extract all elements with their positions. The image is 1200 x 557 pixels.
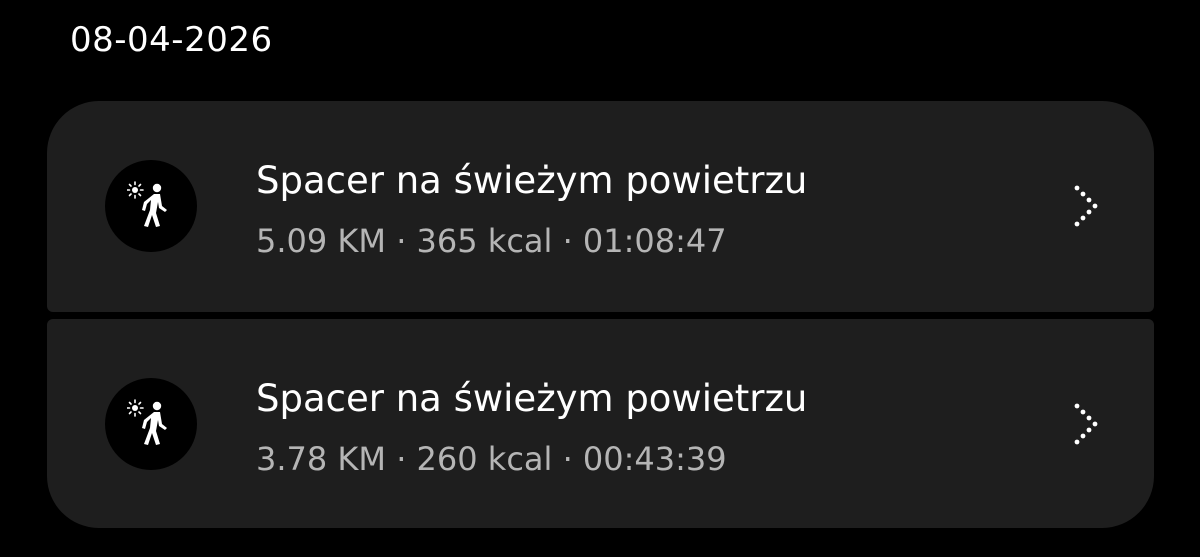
activity-card[interactable]: Spacer na świeżym powietrzu 3.78 KM · 26… xyxy=(47,319,1154,528)
activity-title: Spacer na świeżym powietrzu xyxy=(256,159,808,202)
activity-stats: 5.09 KM · 365 kcal · 01:08:47 xyxy=(256,222,727,260)
activity-history-page: 08-04-2026 Spacer na świeżym powietrzu 5… xyxy=(0,0,1200,557)
chevron-right-icon xyxy=(1074,185,1098,227)
chevron-right-icon xyxy=(1074,403,1098,445)
activity-title: Spacer na świeżym powietrzu xyxy=(256,377,808,420)
activity-list: Spacer na świeżym powietrzu 5.09 KM · 36… xyxy=(47,101,1154,528)
walk-outdoor-icon xyxy=(105,378,197,470)
activity-stats: 3.78 KM · 260 kcal · 00:43:39 xyxy=(256,440,727,478)
date-header: 08-04-2026 xyxy=(70,20,273,60)
activity-card[interactable]: Spacer na świeżym powietrzu 5.09 KM · 36… xyxy=(47,101,1154,312)
walk-outdoor-icon xyxy=(105,160,197,252)
